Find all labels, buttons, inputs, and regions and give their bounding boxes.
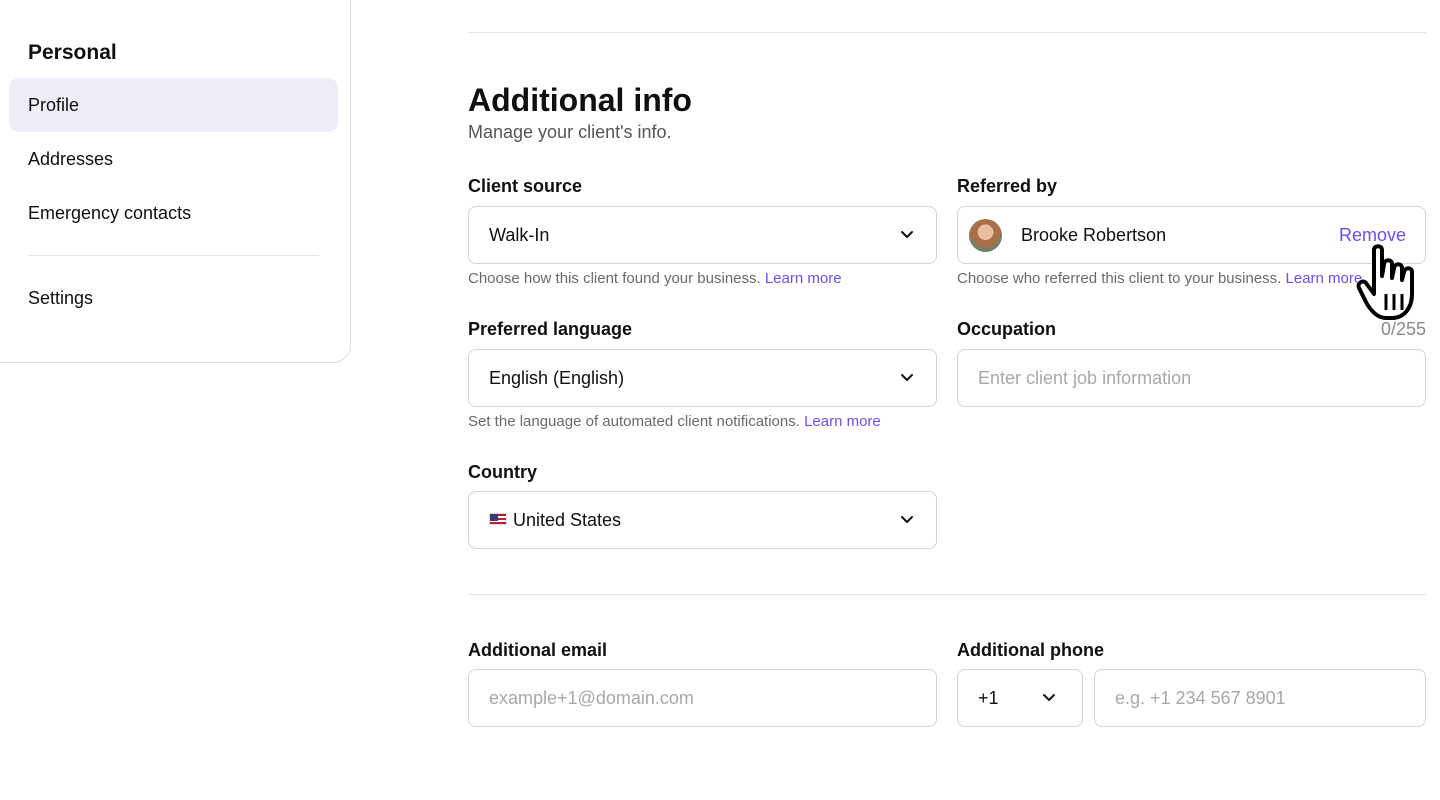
sidebar-heading: Personal <box>28 41 117 64</box>
chevron-down-icon <box>901 516 913 523</box>
country-label: Country <box>468 462 537 482</box>
sidebar-item-addresses[interactable]: Addresses <box>9 132 338 186</box>
section-title: Additional info <box>468 82 692 118</box>
preferred-language-help: Set the language of automated client not… <box>468 413 881 430</box>
chevron-down-icon <box>901 231 913 238</box>
additional-email-label: Additional email <box>468 640 608 660</box>
referred-by-label: Referred by <box>957 176 1058 196</box>
country-value-wrapper: United States <box>489 492 621 548</box>
phone-country-code-value: +1 <box>978 688 999 708</box>
additional-phone-placeholder: e.g. +1 234 567 8901 <box>1115 688 1286 708</box>
sidebar-item-emergency-contacts[interactable]: Emergency contacts <box>9 186 338 240</box>
chevron-down-icon <box>901 374 913 381</box>
occupation-placeholder: Enter client job information <box>978 368 1192 388</box>
client-source-select[interactable]: Walk-In <box>468 206 937 264</box>
client-source-help: Choose how this client found your busine… <box>468 270 842 287</box>
referred-by-help: Choose who referred this client to your … <box>957 270 1362 287</box>
hand-pointer-cursor-icon <box>1356 244 1414 320</box>
occupation-label: Occupation <box>957 319 1057 339</box>
preferred-language-label: Preferred language <box>468 319 633 339</box>
referred-by-help-text: Choose who referred this client to your … <box>957 270 1282 287</box>
country-value: United States <box>513 510 622 530</box>
preferred-language-select[interactable]: English (English) <box>468 349 937 407</box>
client-source-help-text: Choose how this client found your busine… <box>468 270 761 287</box>
sidebar: Personal Profile Addresses Emergency con… <box>0 0 351 363</box>
referrer-name: Brooke Robertson <box>1021 225 1167 245</box>
section-divider <box>468 594 1426 595</box>
referred-by-learn-more-link[interactable]: Learn more <box>1286 270 1363 287</box>
client-source-learn-more-link[interactable]: Learn more <box>765 270 842 287</box>
chevron-down-icon <box>1043 694 1055 701</box>
sidebar-item-settings[interactable]: Settings <box>9 271 338 325</box>
occupation-char-counter: 0/255 <box>1380 319 1426 339</box>
occupation-input[interactable]: Enter client job information <box>957 349 1426 407</box>
additional-phone-label: Additional phone <box>957 640 1104 660</box>
us-flag-icon <box>489 513 507 525</box>
top-divider <box>468 32 1426 33</box>
preferred-language-learn-more-link[interactable]: Learn more <box>804 413 881 430</box>
sidebar-item-profile[interactable]: Profile <box>9 78 338 132</box>
phone-country-code-select[interactable]: +1 <box>957 669 1083 727</box>
preferred-language-value: English (English) <box>489 368 625 388</box>
sidebar-divider <box>28 255 319 256</box>
country-select[interactable]: United States <box>468 491 937 549</box>
additional-email-placeholder: example+1@domain.com <box>489 688 694 708</box>
client-source-label: Client source <box>468 176 583 196</box>
preferred-language-help-text: Set the language of automated client not… <box>468 413 800 430</box>
additional-email-input[interactable]: example+1@domain.com <box>468 669 937 727</box>
client-source-value: Walk-In <box>489 225 550 245</box>
additional-phone-input[interactable]: e.g. +1 234 567 8901 <box>1094 669 1426 727</box>
section-subtitle: Manage your client's info. <box>468 122 672 142</box>
avatar <box>969 219 1002 252</box>
